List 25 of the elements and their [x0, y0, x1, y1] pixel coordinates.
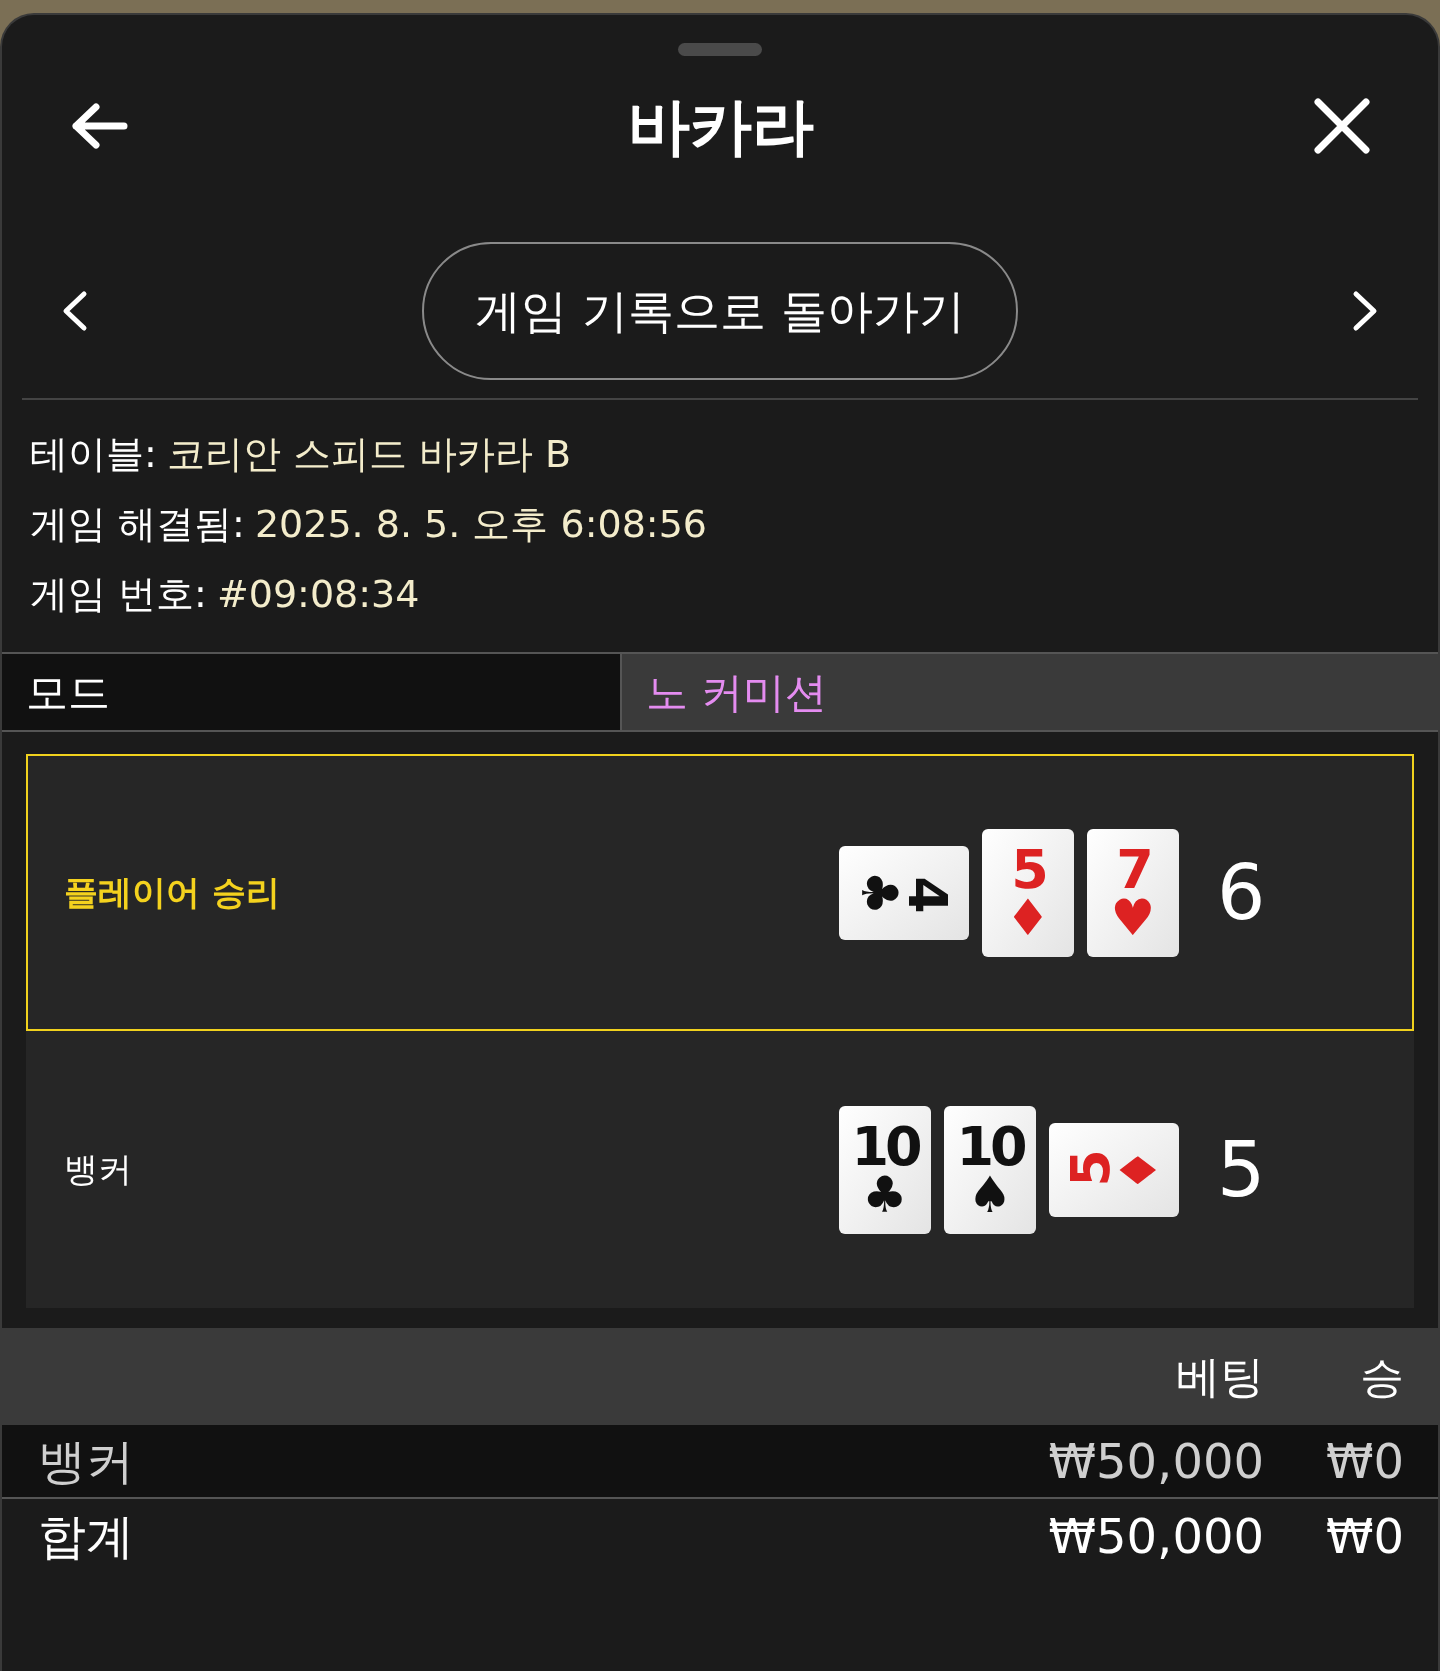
table-cell-text: ₩0 [1325, 1507, 1404, 1566]
column-header: 베팅 [1175, 1349, 1264, 1404]
column-header: 승 [1359, 1349, 1404, 1404]
detail-value: #09:08:34 [216, 572, 420, 616]
table-cell-text: ₩50,000 [1047, 1432, 1264, 1491]
detail-value: 2025. 8. 5. 오후 6:08:56 [254, 502, 707, 546]
back-to-history-button[interactable]: 게임 기록으로 돌아가기 [422, 242, 1018, 380]
hand-label: 뱅커 [64, 1148, 133, 1191]
back-arrow-icon[interactable] [70, 103, 128, 149]
hand-label: 플레이어 승리 [64, 871, 281, 914]
mode-value-cell: 노 커미션 [622, 654, 1438, 730]
window-title: 바카라 [628, 88, 814, 165]
detail-value: 코리안 스피드 바카라 B [166, 432, 572, 476]
hand-score: 5 [1217, 1123, 1266, 1216]
drag-handle[interactable] [678, 43, 762, 56]
table-cell-text: ₩0 [1325, 1432, 1404, 1491]
hand-score: 6 [1217, 846, 1266, 939]
table-cell-text: 합계 [38, 1507, 135, 1566]
detail-label: 게임 해결됨: [30, 502, 245, 546]
detail-label: 테이블: [30, 432, 157, 476]
mode-label-cell: 모드 [2, 654, 622, 730]
table-cell-text: 뱅커 [38, 1432, 135, 1491]
detail-label: 게임 번호: [30, 572, 207, 616]
close-icon[interactable] [1314, 98, 1370, 154]
table-cell-text: ₩50,000 [1047, 1507, 1264, 1566]
